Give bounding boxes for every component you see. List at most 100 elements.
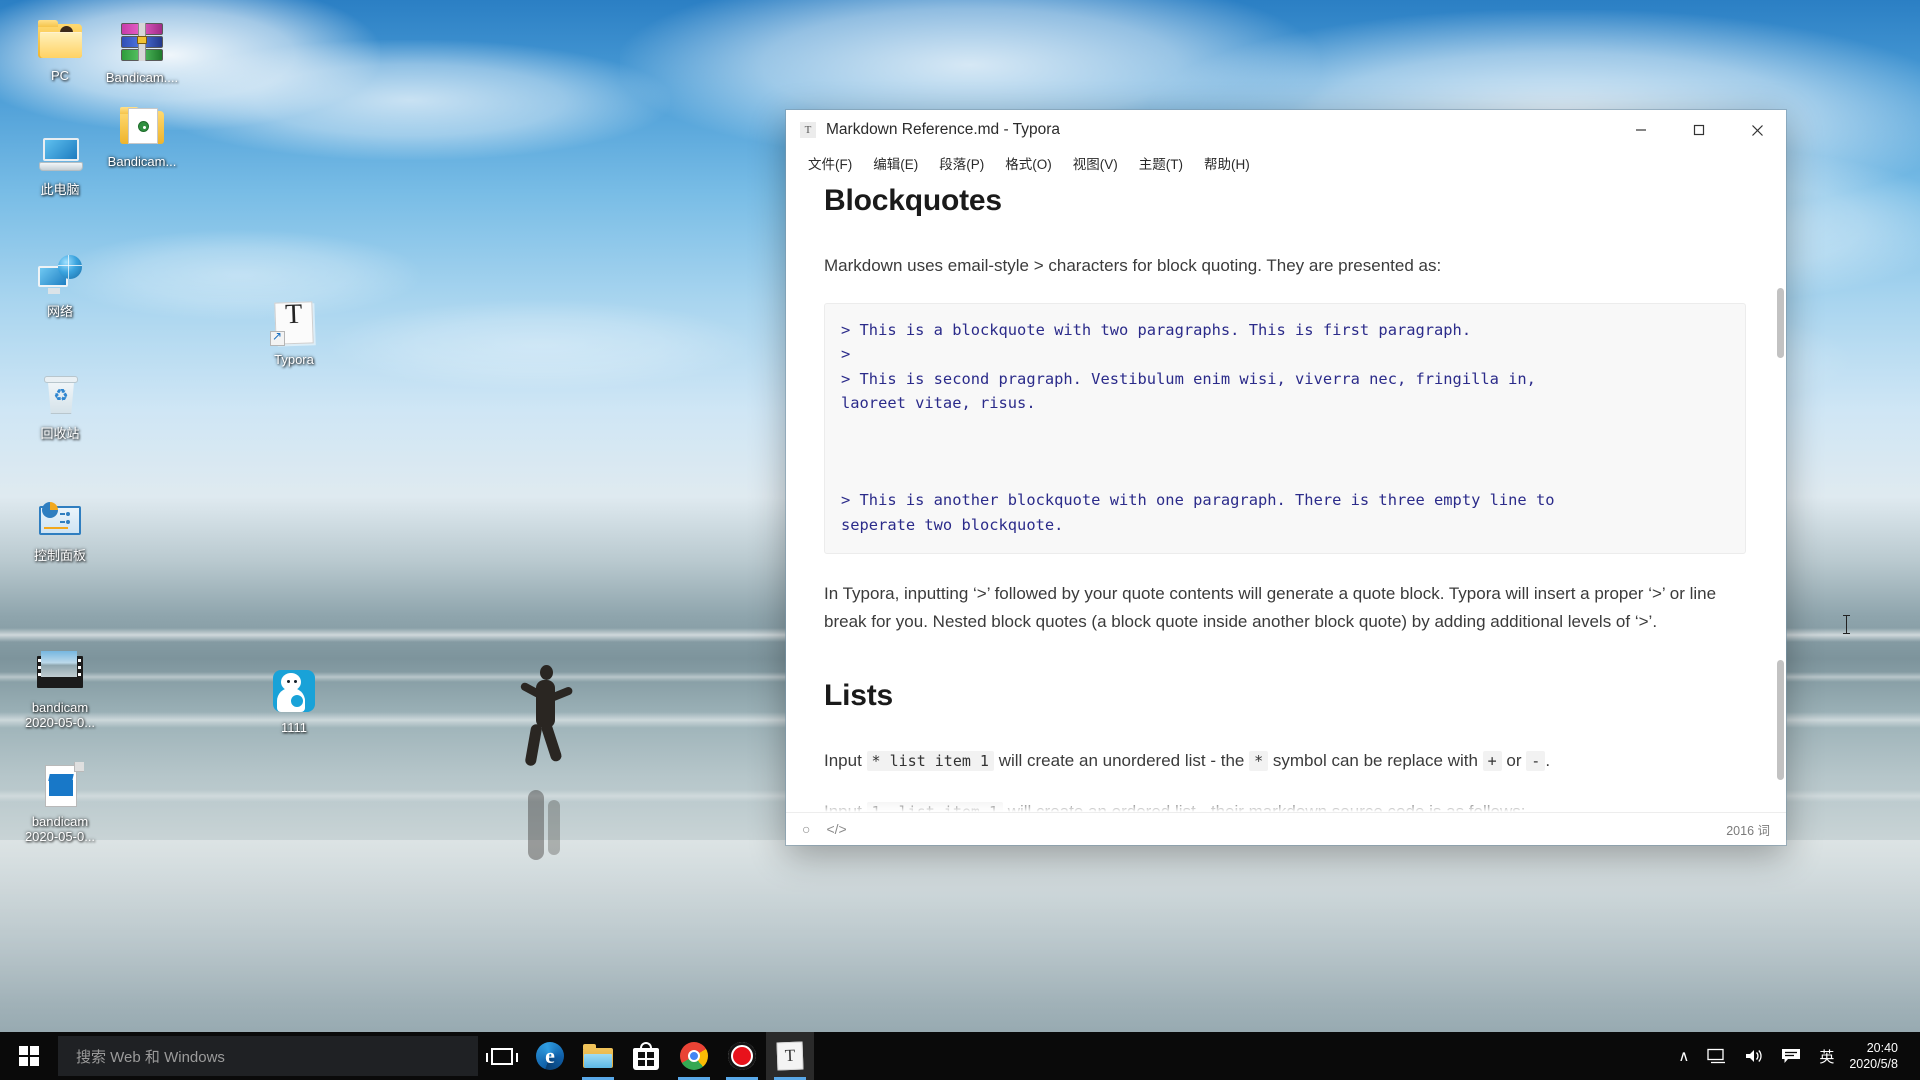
cloud	[60, 230, 420, 320]
desktop-icon-this-pc[interactable]: 此电脑	[14, 130, 106, 197]
inline-code-minus: -	[1526, 751, 1546, 772]
window-title: Markdown Reference.md - Typora	[826, 121, 1061, 138]
circle-icon[interactable]: ○	[802, 821, 810, 837]
volume-icon[interactable]	[1735, 1048, 1772, 1064]
desktop-icon-label: Bandicam...	[107, 154, 177, 169]
desktop-icon-bandicam-video[interactable]: bandicam 2020-05-0...	[14, 648, 106, 730]
desktop[interactable]: PC Bandicam.... Bandicam... 此电脑 网络 回收站	[0, 0, 1920, 1080]
chevron-up-icon[interactable]: ∧	[1669, 1047, 1698, 1065]
bandicam-button[interactable]	[718, 1032, 766, 1080]
menu-item-file[interactable]: 文件(F)	[800, 151, 860, 175]
ime-indicator[interactable]: 英	[1810, 1046, 1843, 1067]
inline-code-ordered-item: 1. list item 1	[866, 801, 1003, 812]
task-view-icon	[486, 1047, 518, 1065]
desktop-icon-typora[interactable]: Typora	[248, 300, 340, 367]
typora-window[interactable]: T Markdown Reference.md - Typora 文件(F) 编…	[786, 110, 1850, 845]
video-file-icon	[36, 648, 84, 696]
editor-scrollbar[interactable]	[1776, 176, 1786, 812]
taskbar[interactable]: 搜索 Web 和 Windows T	[0, 1032, 1920, 1080]
text-cursor	[1843, 615, 1850, 634]
minimize-button[interactable]	[1612, 110, 1670, 150]
inline-code-plus: +	[1482, 751, 1502, 772]
desktop-icon-recycle-bin[interactable]: 回收站	[14, 374, 106, 441]
search-input[interactable]: 搜索 Web 和 Windows	[58, 1036, 478, 1076]
desktop-icon-qq[interactable]: 1111	[248, 668, 340, 735]
document-editor[interactable]: Blockquotes Markdown uses email-style > …	[786, 176, 1786, 812]
close-button[interactable]	[1728, 110, 1786, 150]
paragraph-ordered-list-help: Input 1. list item 1 will create an orde…	[824, 798, 1746, 812]
desktop-icon-bandicam-media[interactable]: bandicam 2020-05-0...	[14, 762, 106, 844]
window-titlebar[interactable]: T Markdown Reference.md - Typora	[786, 110, 1786, 150]
typora-app-icon: T	[800, 122, 816, 138]
word-count: 2016 词	[1726, 823, 1770, 838]
task-view-button[interactable]	[478, 1032, 526, 1080]
inline-code-asterisk: *	[1249, 751, 1269, 772]
desktop-icon-label: 回收站	[40, 426, 80, 441]
network-icon	[36, 252, 84, 300]
text-fragment: Input	[824, 751, 862, 771]
user-folder-icon	[36, 16, 84, 64]
menu-item-format[interactable]: 格式(O)	[997, 151, 1060, 175]
cloud	[330, 300, 750, 390]
menu-item-edit[interactable]: 编辑(E)	[865, 151, 926, 175]
paragraph-unordered-list-help: Input * list item 1 will create an unord…	[824, 747, 1746, 776]
clock-date: 2020/5/8	[1849, 1057, 1898, 1071]
media-file-icon	[36, 762, 84, 810]
edge-icon	[536, 1042, 564, 1070]
text-fragment: will create an unordered list - the	[998, 751, 1245, 771]
desktop-icon-label: bandicam 2020-05-0...	[24, 700, 96, 730]
menu-item-paragraph[interactable]: 段落(P)	[931, 151, 992, 175]
recycle-bin-icon	[36, 374, 84, 422]
system-tray[interactable]: ∧ 英 20:40 2020/5/8	[1669, 1032, 1920, 1080]
text-fragment: .	[1545, 751, 1551, 771]
microsoft-store-icon	[633, 1042, 659, 1070]
runner-silhouette	[548, 685, 574, 703]
desktop-icon-network[interactable]: 网络	[14, 252, 106, 319]
status-bar[interactable]: ○ </> 2016 词	[786, 812, 1786, 845]
desktop-icon-label: PC	[50, 68, 70, 83]
desktop-icon-label: 控制面板	[33, 548, 86, 563]
markdown-document[interactable]: Blockquotes Markdown uses email-style > …	[824, 176, 1746, 812]
heading-blockquotes: Blockquotes	[824, 184, 1002, 217]
runner-silhouette	[519, 681, 543, 699]
scrollbar-thumb-secondary[interactable]	[1777, 660, 1784, 780]
maximize-button[interactable]	[1670, 110, 1728, 150]
menu-item-theme[interactable]: 主题(T)	[1131, 151, 1191, 175]
file-explorer-icon	[583, 1044, 613, 1068]
chrome-button[interactable]	[670, 1032, 718, 1080]
file-explorer-button[interactable]	[574, 1032, 622, 1080]
network-tray-icon[interactable]	[1698, 1048, 1735, 1064]
runner-silhouette	[540, 665, 553, 680]
microsoft-store-button[interactable]	[622, 1032, 670, 1080]
desktop-icon-pc[interactable]: PC	[14, 16, 106, 83]
clock[interactable]: 20:40 2020/5/8	[1843, 1040, 1908, 1072]
typora-icon: T	[776, 1041, 804, 1071]
desktop-icon-bandicam-archive[interactable]: Bandicam....	[96, 18, 188, 85]
scrollbar-thumb[interactable]	[1777, 288, 1784, 358]
search-placeholder: 搜索 Web 和 Windows	[76, 1048, 225, 1066]
winrar-archive-icon	[118, 18, 166, 66]
code-block-blockquote-example[interactable]: > This is a blockquote with two paragrap…	[824, 302, 1746, 554]
menu-item-view[interactable]: 视图(V)	[1065, 151, 1126, 175]
runner-reflection	[528, 790, 544, 860]
desktop-icon-label: bandicam 2020-05-0...	[24, 814, 96, 844]
desktop-icon-bandicam-folder[interactable]: Bandicam...	[96, 102, 188, 169]
typora-button[interactable]: T	[766, 1032, 814, 1080]
text-fragment: will create an ordered list - their mark…	[1007, 801, 1526, 812]
wet-sand-sheen	[0, 840, 1920, 1040]
menu-bar[interactable]: 文件(F) 编辑(E) 段落(P) 格式(O) 视图(V) 主题(T) 帮助(H…	[786, 150, 1786, 176]
start-button[interactable]	[0, 1032, 58, 1080]
this-pc-icon	[36, 130, 84, 178]
desktop-icon-control-panel[interactable]: 控制面板	[14, 496, 106, 563]
notification-icon[interactable]	[1772, 1048, 1810, 1065]
cloud	[150, 40, 670, 160]
text-fragment: symbol can be replace with	[1272, 751, 1478, 771]
desktop-icon-label: Typora	[274, 352, 314, 367]
heading-lists: Lists	[824, 678, 894, 712]
runner-reflection	[548, 800, 560, 855]
desktop-icon-label: Bandicam....	[105, 70, 179, 85]
control-panel-icon	[36, 496, 84, 544]
edge-button[interactable]	[526, 1032, 574, 1080]
source-code-icon[interactable]: </>	[826, 821, 846, 837]
menu-item-help[interactable]: 帮助(H)	[1196, 151, 1258, 175]
